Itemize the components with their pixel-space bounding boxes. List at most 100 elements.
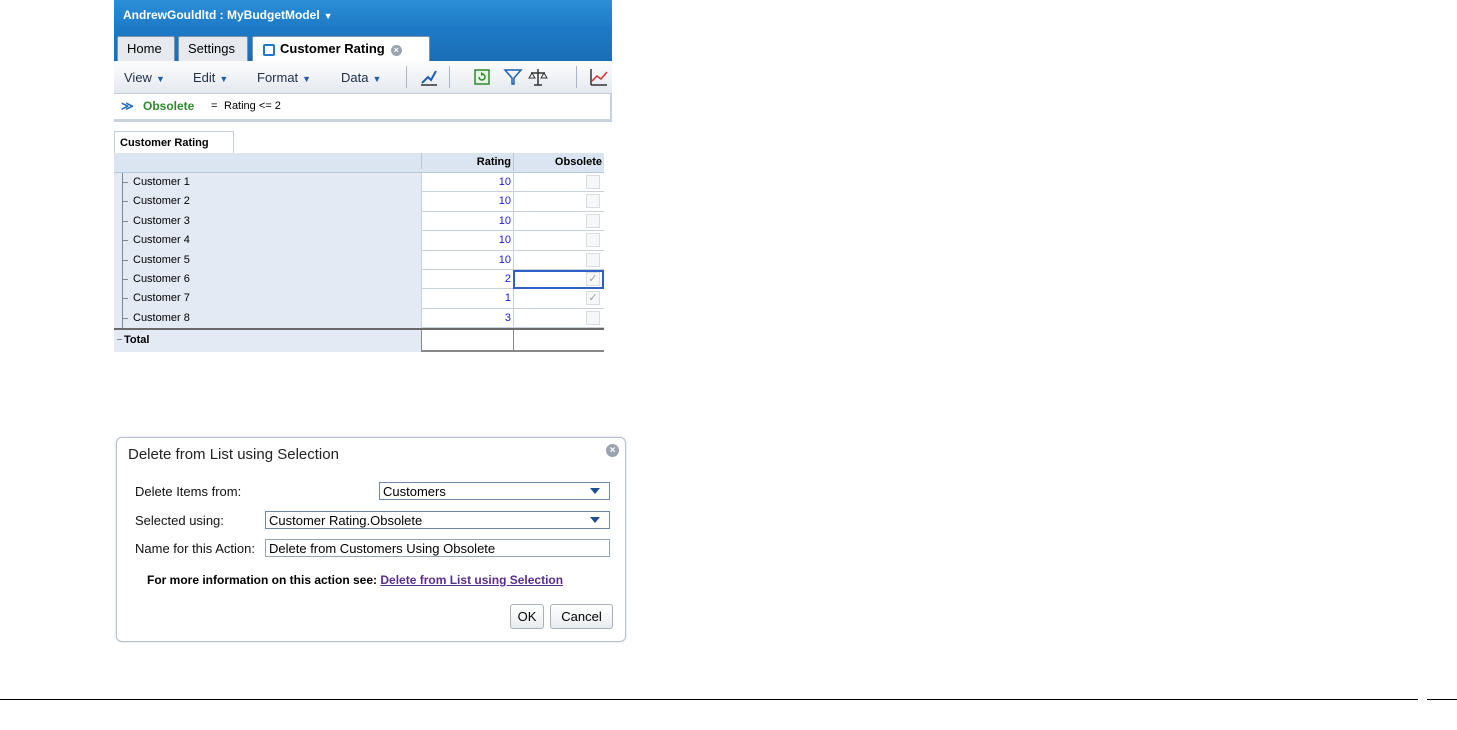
info-text: For more information on this action see: (147, 573, 378, 587)
rating-cell[interactable]: 3 (421, 308, 513, 329)
balance-icon[interactable] (528, 67, 548, 87)
rating-cell[interactable]: 10 (421, 250, 513, 270)
double-chevron-down-icon[interactable]: ≫ (121, 94, 134, 118)
tab-customer-rating[interactable]: Customer Rating × (252, 36, 430, 61)
data-grid: Rating Obsolete Customer 1 10 Customer 2 1… (114, 153, 604, 353)
app-window: AndrewGouldltd : MyBudgetModel ▼ Home Set… (114, 0, 612, 126)
menu-data[interactable]: Data ▼ (341, 70, 381, 85)
selected-using-label: Selected using: (135, 513, 224, 528)
grid-rows: Customer 1 10 Customer 2 10 Customer 3 10 C… (114, 173, 604, 329)
cube-icon (263, 44, 275, 56)
obsolete-cell[interactable] (513, 250, 604, 270)
tab-home[interactable]: Home (117, 36, 175, 61)
obsolete-cell[interactable] (513, 173, 604, 193)
app-title: AndrewGouldltd : MyBudgetModel (123, 8, 320, 22)
row-label[interactable]: Customer 2 (114, 192, 421, 212)
table-row: Customer 3 10 (114, 211, 604, 232)
delete-from-value: Customers (383, 484, 446, 499)
help-link[interactable]: Delete from List using Selection (380, 573, 563, 587)
menu-format[interactable]: Format ▼ (257, 70, 311, 85)
column-header-rating[interactable]: Rating (421, 153, 513, 169)
rating-cell[interactable]: 1 (421, 289, 513, 309)
obsolete-cell[interactable] (513, 211, 604, 232)
row-label-text: Customer 7 (133, 292, 190, 305)
chevron-down-icon: ▼ (155, 74, 165, 84)
row-label-text: Customer 4 (133, 234, 190, 247)
tab-settings-label: Settings (188, 41, 235, 56)
obsolete-cell[interactable]: ✓ (513, 289, 604, 309)
obsolete-checkbox[interactable] (586, 252, 600, 267)
row-label[interactable]: Customer 3 (114, 211, 421, 232)
table-row: Customer 1 10 (114, 173, 604, 193)
obsolete-checkbox[interactable]: ✓ (586, 271, 600, 286)
menu-edit-label: Edit (193, 70, 216, 85)
line-chart-icon[interactable] (589, 67, 609, 87)
formula-bar: ≫ Obsolete = Rating <= 2 (114, 94, 612, 122)
total-rating-cell[interactable] (421, 330, 513, 353)
row-label[interactable]: Customer 7 (114, 289, 421, 309)
ok-button[interactable]: OK (510, 604, 544, 629)
selected-using-select[interactable]: Customer Rating.Obsolete (265, 511, 610, 529)
chevron-down-icon[interactable]: ▼ (324, 11, 333, 21)
obsolete-checkbox[interactable] (586, 194, 600, 209)
column-header-obsolete[interactable]: Obsolete (513, 153, 604, 171)
total-label[interactable]: Total (114, 330, 421, 353)
formula-bar-edge (610, 94, 612, 119)
menu-format-label: Format (257, 70, 299, 85)
table-row: Customer 7 1 ✓ (114, 289, 604, 309)
row-label[interactable]: Customer 6 (114, 269, 421, 290)
menu-view[interactable]: View ▼ (124, 70, 165, 85)
action-name-input[interactable]: Delete from Customers Using Obsolete (265, 539, 610, 557)
row-label[interactable]: Customer 4 (114, 231, 421, 251)
table-row: Customer 5 10 (114, 250, 604, 270)
rating-cell[interactable]: 2 (421, 269, 513, 290)
close-icon[interactable]: × (606, 444, 619, 457)
menu-edit[interactable]: Edit ▼ (193, 70, 228, 85)
row-label[interactable]: Customer 5 (114, 250, 421, 270)
rating-cell[interactable]: 10 (421, 211, 513, 232)
obsolete-checkbox[interactable] (586, 213, 600, 228)
delete-from-select[interactable]: Customers (379, 482, 610, 500)
tree-branch-icon (122, 173, 128, 193)
rating-cell[interactable]: 10 (421, 192, 513, 212)
tab-settings[interactable]: Settings (178, 36, 248, 61)
close-tab-icon[interactable]: × (390, 45, 402, 56)
obsolete-checkbox[interactable] (586, 175, 600, 189)
row-label[interactable]: Customer 1 (114, 173, 421, 193)
tree-branch-icon (122, 308, 128, 329)
cancel-button[interactable]: Cancel (550, 604, 613, 629)
rating-cell[interactable]: 10 (421, 173, 513, 193)
divider (1427, 699, 1457, 700)
refresh-icon[interactable] (472, 67, 492, 87)
rating-cell[interactable]: 10 (421, 231, 513, 251)
grid-tab-customer-rating[interactable]: Customer Rating (114, 131, 234, 153)
table-row: Customer 4 10 (114, 231, 604, 251)
obsolete-cell[interactable] (513, 308, 604, 329)
chart-edit-icon[interactable] (419, 67, 439, 87)
app-title-bar[interactable]: AndrewGouldltd : MyBudgetModel ▼ (114, 0, 612, 31)
toolbar-separator (449, 66, 450, 88)
obsolete-cell-selected[interactable]: ✓ (513, 269, 604, 290)
obsolete-checkbox[interactable]: ✓ (586, 291, 600, 306)
obsolete-checkbox[interactable] (586, 310, 600, 325)
divider (0, 699, 1418, 700)
obsolete-cell[interactable] (513, 231, 604, 251)
tab-home-label: Home (127, 41, 162, 56)
row-label-text: Customer 6 (133, 272, 190, 285)
selected-using-value: Customer Rating.Obsolete (269, 513, 423, 528)
chevron-down-icon: ▼ (372, 74, 382, 84)
row-label[interactable]: Customer 8 (114, 308, 421, 329)
delete-from-list-dialog: Delete from List using Selection × Delet… (116, 437, 626, 642)
total-obsolete-cell[interactable] (513, 330, 604, 353)
tree-branch-icon (122, 211, 128, 232)
filter-icon[interactable] (503, 67, 523, 87)
info-line: For more information on this action see:… (147, 573, 563, 587)
toolbar-separator (576, 66, 577, 88)
obsolete-cell[interactable] (513, 192, 604, 212)
row-label-text: Customer 2 (133, 195, 190, 208)
tab-customer-rating-label: Customer Rating (280, 41, 385, 56)
formula-expression[interactable]: Rating <= 2 (224, 94, 281, 118)
obsolete-checkbox[interactable] (586, 233, 600, 248)
formula-name[interactable]: Obsolete (143, 94, 194, 118)
menu-view-label: View (124, 70, 152, 85)
